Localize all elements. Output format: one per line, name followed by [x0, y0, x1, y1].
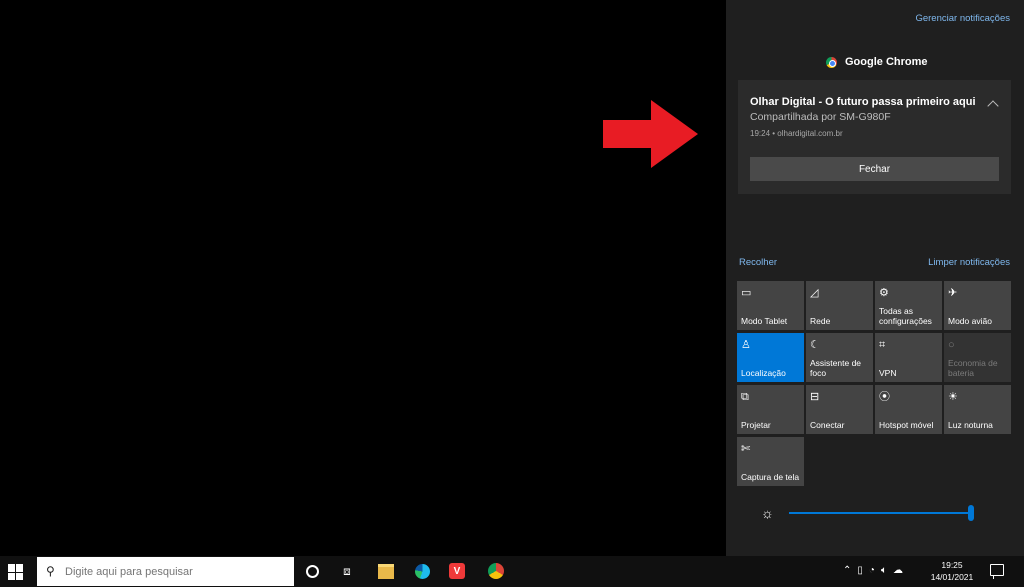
notification-title: Olhar Digital - O futuro passa primeiro … — [750, 96, 976, 108]
tile-vpn[interactable]: ⌗ VPN — [875, 333, 942, 382]
notification-subtitle: Compartilhada por SM-G980F — [750, 111, 891, 123]
tile-project[interactable]: ⧉ Projetar — [737, 385, 804, 434]
tile-label: VPN — [879, 368, 897, 378]
notification-meta: 19:24 • olhardigital.com.br — [750, 129, 843, 138]
manage-notifications-link[interactable]: Gerenciar notificações — [915, 13, 1010, 24]
chevron-up-icon[interactable] — [987, 100, 999, 112]
tile-airplane-mode[interactable]: ✈ Modo avião — [944, 281, 1011, 330]
tile-focus-assist[interactable]: ☾ Assistente de foco — [806, 333, 873, 382]
notification-card[interactable]: Olhar Digital - O futuro passa primeiro … — [738, 80, 1011, 194]
clock-time: 19:25 — [941, 560, 963, 570]
tile-battery-saver: ○ Economia de bateria — [944, 333, 1011, 382]
tile-label: Luz noturna — [948, 420, 993, 430]
tile-label: Projetar — [741, 420, 771, 430]
tile-label: Conectar — [810, 420, 845, 430]
tile-label: Modo avião — [948, 316, 992, 326]
onedrive-icon[interactable]: ☁ — [893, 565, 903, 576]
action-center-button[interactable] — [990, 564, 1004, 579]
airplane-icon: ✈ — [948, 287, 958, 299]
collapse-link[interactable]: Recolher — [739, 257, 777, 268]
volume-icon[interactable]: 🔈︎ — [881, 565, 887, 576]
brightness-slider-track[interactable] — [789, 512, 973, 514]
system-tray: ⌃ ▯ ◔ 🔈︎ ☁ — [843, 565, 903, 576]
chrome-taskbar-icon[interactable] — [486, 561, 506, 581]
chrome-icon — [826, 56, 837, 68]
tile-label: Modo Tablet — [741, 316, 788, 326]
tile-label: Captura de tela — [741, 472, 800, 482]
tile-label: Assistente de foco — [810, 358, 862, 378]
hotspot-icon: ⦿ — [879, 391, 890, 403]
red-arrow-annotation — [603, 100, 698, 168]
moon-icon: ☾ — [810, 339, 820, 351]
battery-saver-icon: ○ — [948, 339, 955, 351]
tile-label: Hotspot móvel — [879, 420, 934, 430]
tile-label: Rede — [810, 316, 831, 326]
windows-start-button[interactable] — [8, 564, 24, 580]
tile-connect[interactable]: ⊟ Conectar — [806, 385, 873, 434]
tile-mobile-hotspot[interactable]: ⦿ Hotspot móvel — [875, 385, 942, 434]
clear-notifications-link[interactable]: Limper notificações — [928, 257, 1010, 268]
location-icon: ♙ — [741, 339, 751, 351]
brightness-slider-thumb[interactable] — [968, 505, 974, 521]
taskbar: ⚲ ⧈ ⌃ ▯ ◔ 🔈︎ ☁ 19:25 14/01/2021 — [0, 556, 1024, 587]
tile-screen-snip[interactable]: ✄ Captura de tela — [737, 437, 804, 486]
gear-icon: ⚙ — [879, 287, 889, 299]
clock-date: 14/01/2021 — [930, 572, 974, 582]
taskbar-search-box[interactable]: ⚲ — [37, 557, 294, 586]
taskbar-clock[interactable]: 19:25 14/01/2021 — [928, 559, 976, 583]
tile-night-light[interactable]: ☀ Luz noturna — [944, 385, 1011, 434]
chevron-up-icon[interactable]: ⌃ — [843, 565, 851, 576]
notification-app-header: Google Chrome — [826, 56, 928, 68]
desktop-background — [0, 0, 726, 556]
phone-link-icon[interactable]: ▯ — [857, 565, 863, 576]
tile-tablet-mode[interactable]: ▭ Modo Tablet — [737, 281, 804, 330]
night-light-icon: ☀ — [948, 391, 958, 403]
brightness-control: ☼ — [761, 505, 1011, 521]
wifi-icon[interactable]: ◔ — [869, 565, 875, 576]
screen-snip-icon: ✄ — [741, 443, 751, 455]
cortana-icon[interactable] — [302, 561, 322, 581]
tile-all-settings[interactable]: ⚙ Todas as configurações — [875, 281, 942, 330]
tile-location[interactable]: ♙ Localização — [737, 333, 804, 382]
vivaldi-icon[interactable] — [447, 561, 467, 581]
network-icon: ◿ — [810, 287, 819, 299]
action-center-panel: Gerenciar notificações Google Chrome Olh… — [726, 0, 1024, 556]
windows-logo-icon — [8, 564, 15, 572]
tile-network[interactable]: ◿ Rede — [806, 281, 873, 330]
tile-label: Localização — [741, 368, 786, 378]
brightness-icon: ☼ — [761, 505, 774, 521]
tile-label: Todas as configurações — [879, 306, 932, 326]
task-view-icon[interactable]: ⧈ — [337, 561, 357, 581]
search-icon: ⚲ — [46, 564, 55, 578]
vpn-icon: ⌗ — [879, 339, 886, 351]
tablet-mode-icon: ▭ — [741, 287, 752, 299]
connect-icon: ⊟ — [810, 391, 820, 403]
file-explorer-icon[interactable] — [376, 561, 396, 581]
edge-icon[interactable] — [412, 561, 432, 581]
search-input[interactable] — [65, 563, 285, 580]
notification-app-name: Google Chrome — [845, 56, 928, 68]
project-icon: ⧉ — [741, 391, 749, 403]
tile-label: Economia de bateria — [948, 358, 998, 378]
close-notification-button[interactable]: Fechar — [750, 157, 999, 181]
